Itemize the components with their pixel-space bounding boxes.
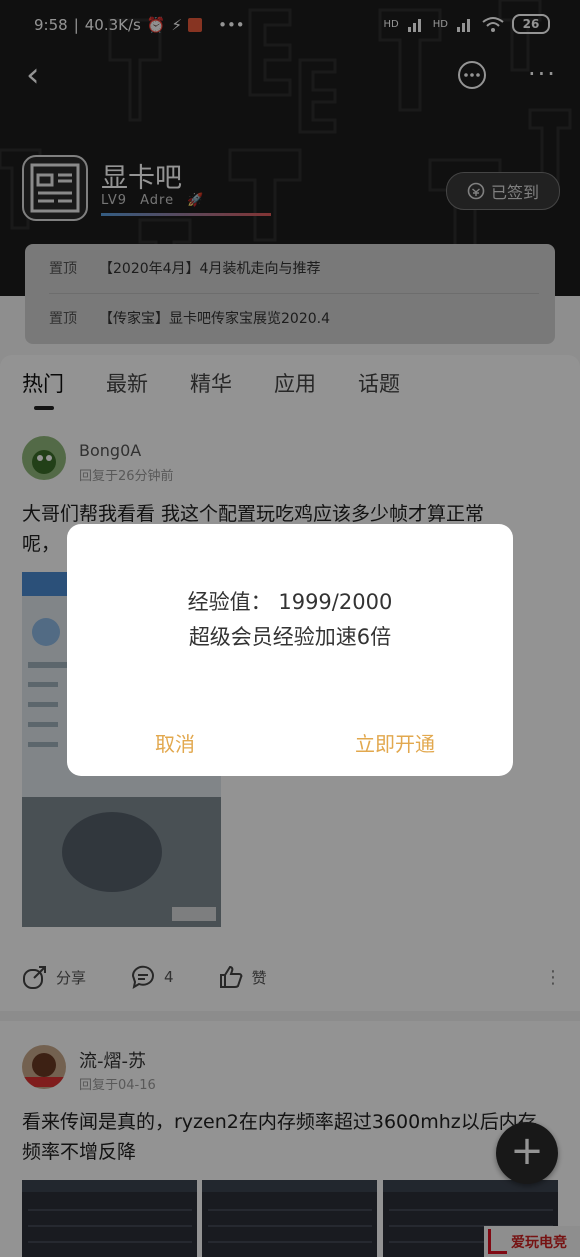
experience-dialog: 经验值： 1999/2000 超级会员经验加速6倍 取消 立即开通 <box>67 524 513 776</box>
cancel-button[interactable]: 取消 <box>155 728 195 757</box>
open-now-button[interactable]: 立即开通 <box>355 728 435 757</box>
forum-page: 9:58 | 40.3K/s ⏰ ⚡ ••• HD HD 26 ‹ ··· 显卡… <box>0 0 580 1257</box>
modal-overlay[interactable]: 经验值： 1999/2000 超级会员经验加速6倍 取消 立即开通 <box>0 0 580 1257</box>
dialog-message: 超级会员经验加速6倍 <box>188 625 392 649</box>
dialog-experience: 经验值： 1999/2000 <box>187 590 393 614</box>
